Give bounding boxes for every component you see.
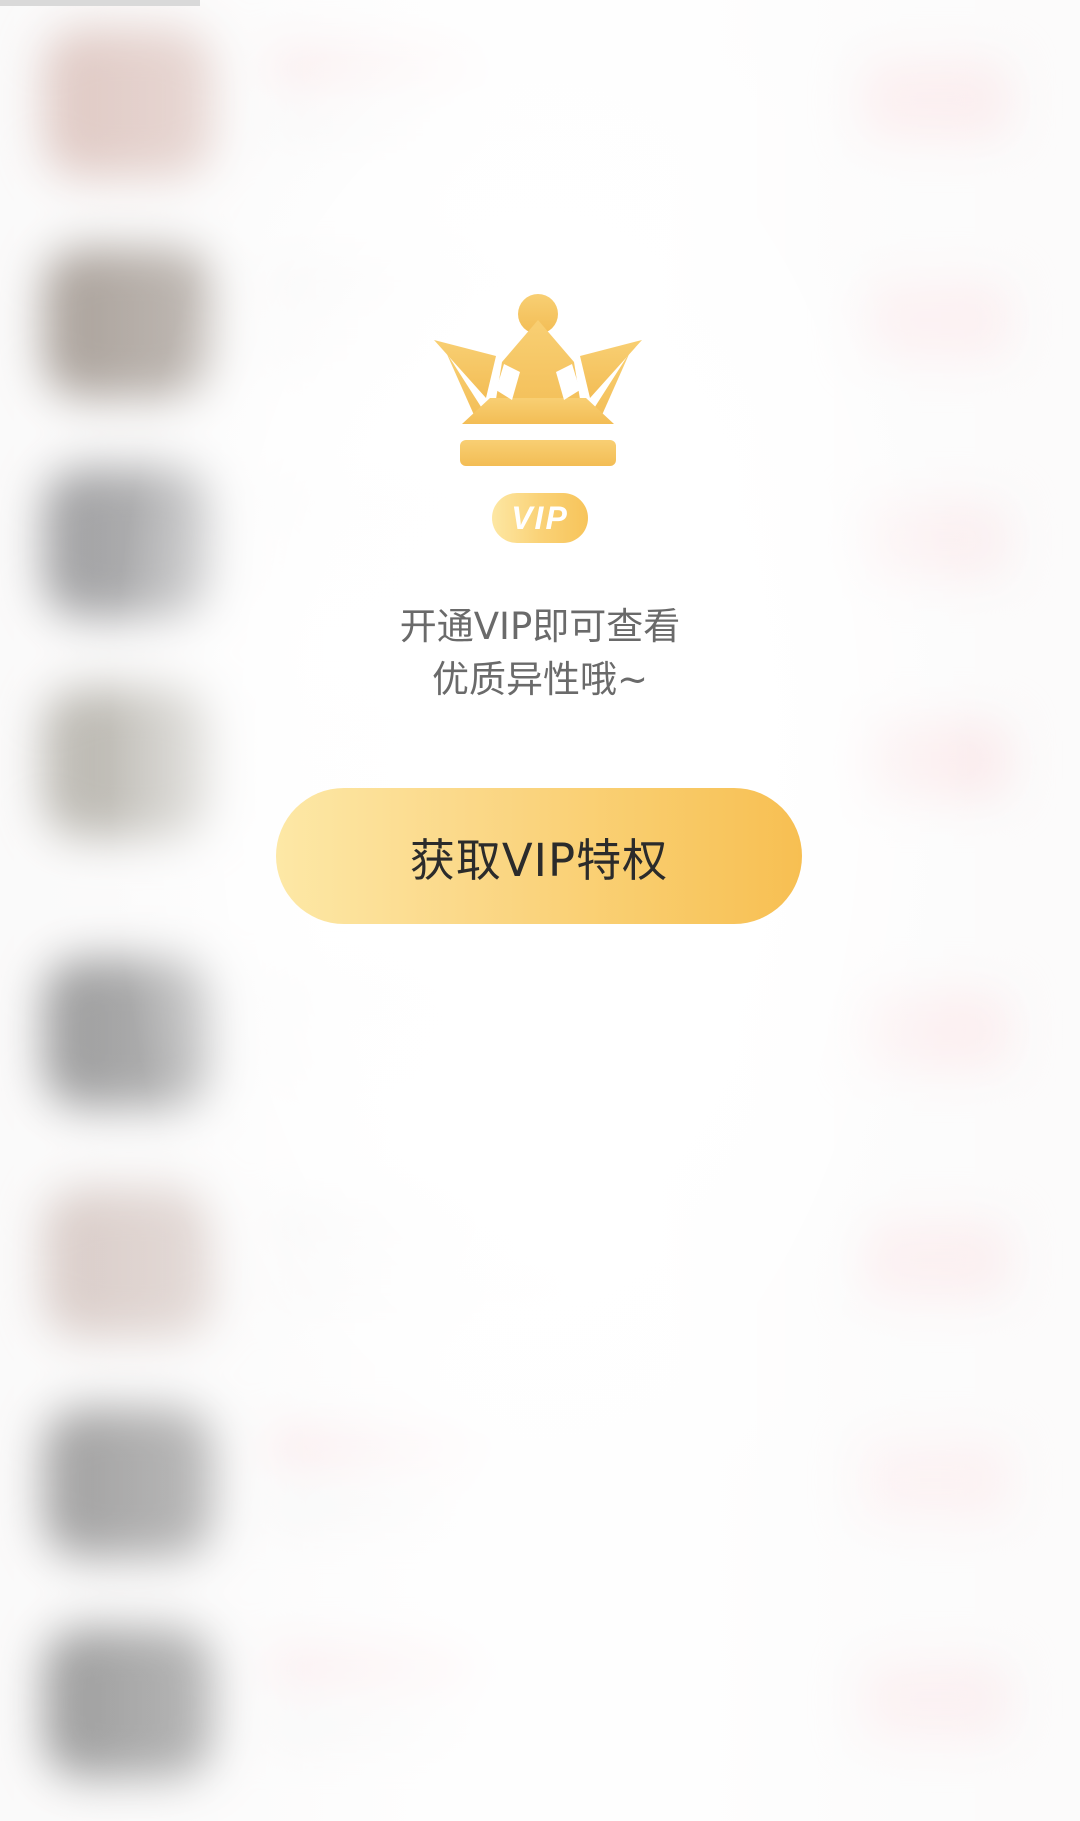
get-vip-button-label: 获取VIP特权 [409, 833, 669, 887]
vip-message-line1: 开通VIP即可查看 [399, 605, 681, 648]
vip-message: 开通VIP即可查看 优质异性哦~ [240, 600, 840, 706]
vip-badge-label: VIP [511, 499, 569, 536]
vip-prompt: VIP 开通VIP即可查看 优质异性哦~ 获取VIP特权 [0, 0, 1080, 1821]
vip-badge: VIP [492, 493, 588, 543]
get-vip-button[interactable]: 获取VIP特权 [276, 788, 802, 924]
vip-paywall-screen: VIP 开通VIP即可查看 优质异性哦~ 获取VIP特权 [0, 0, 1080, 1821]
crown-icon [434, 294, 642, 466]
vip-message-line2: 优质异性哦~ [431, 658, 648, 701]
